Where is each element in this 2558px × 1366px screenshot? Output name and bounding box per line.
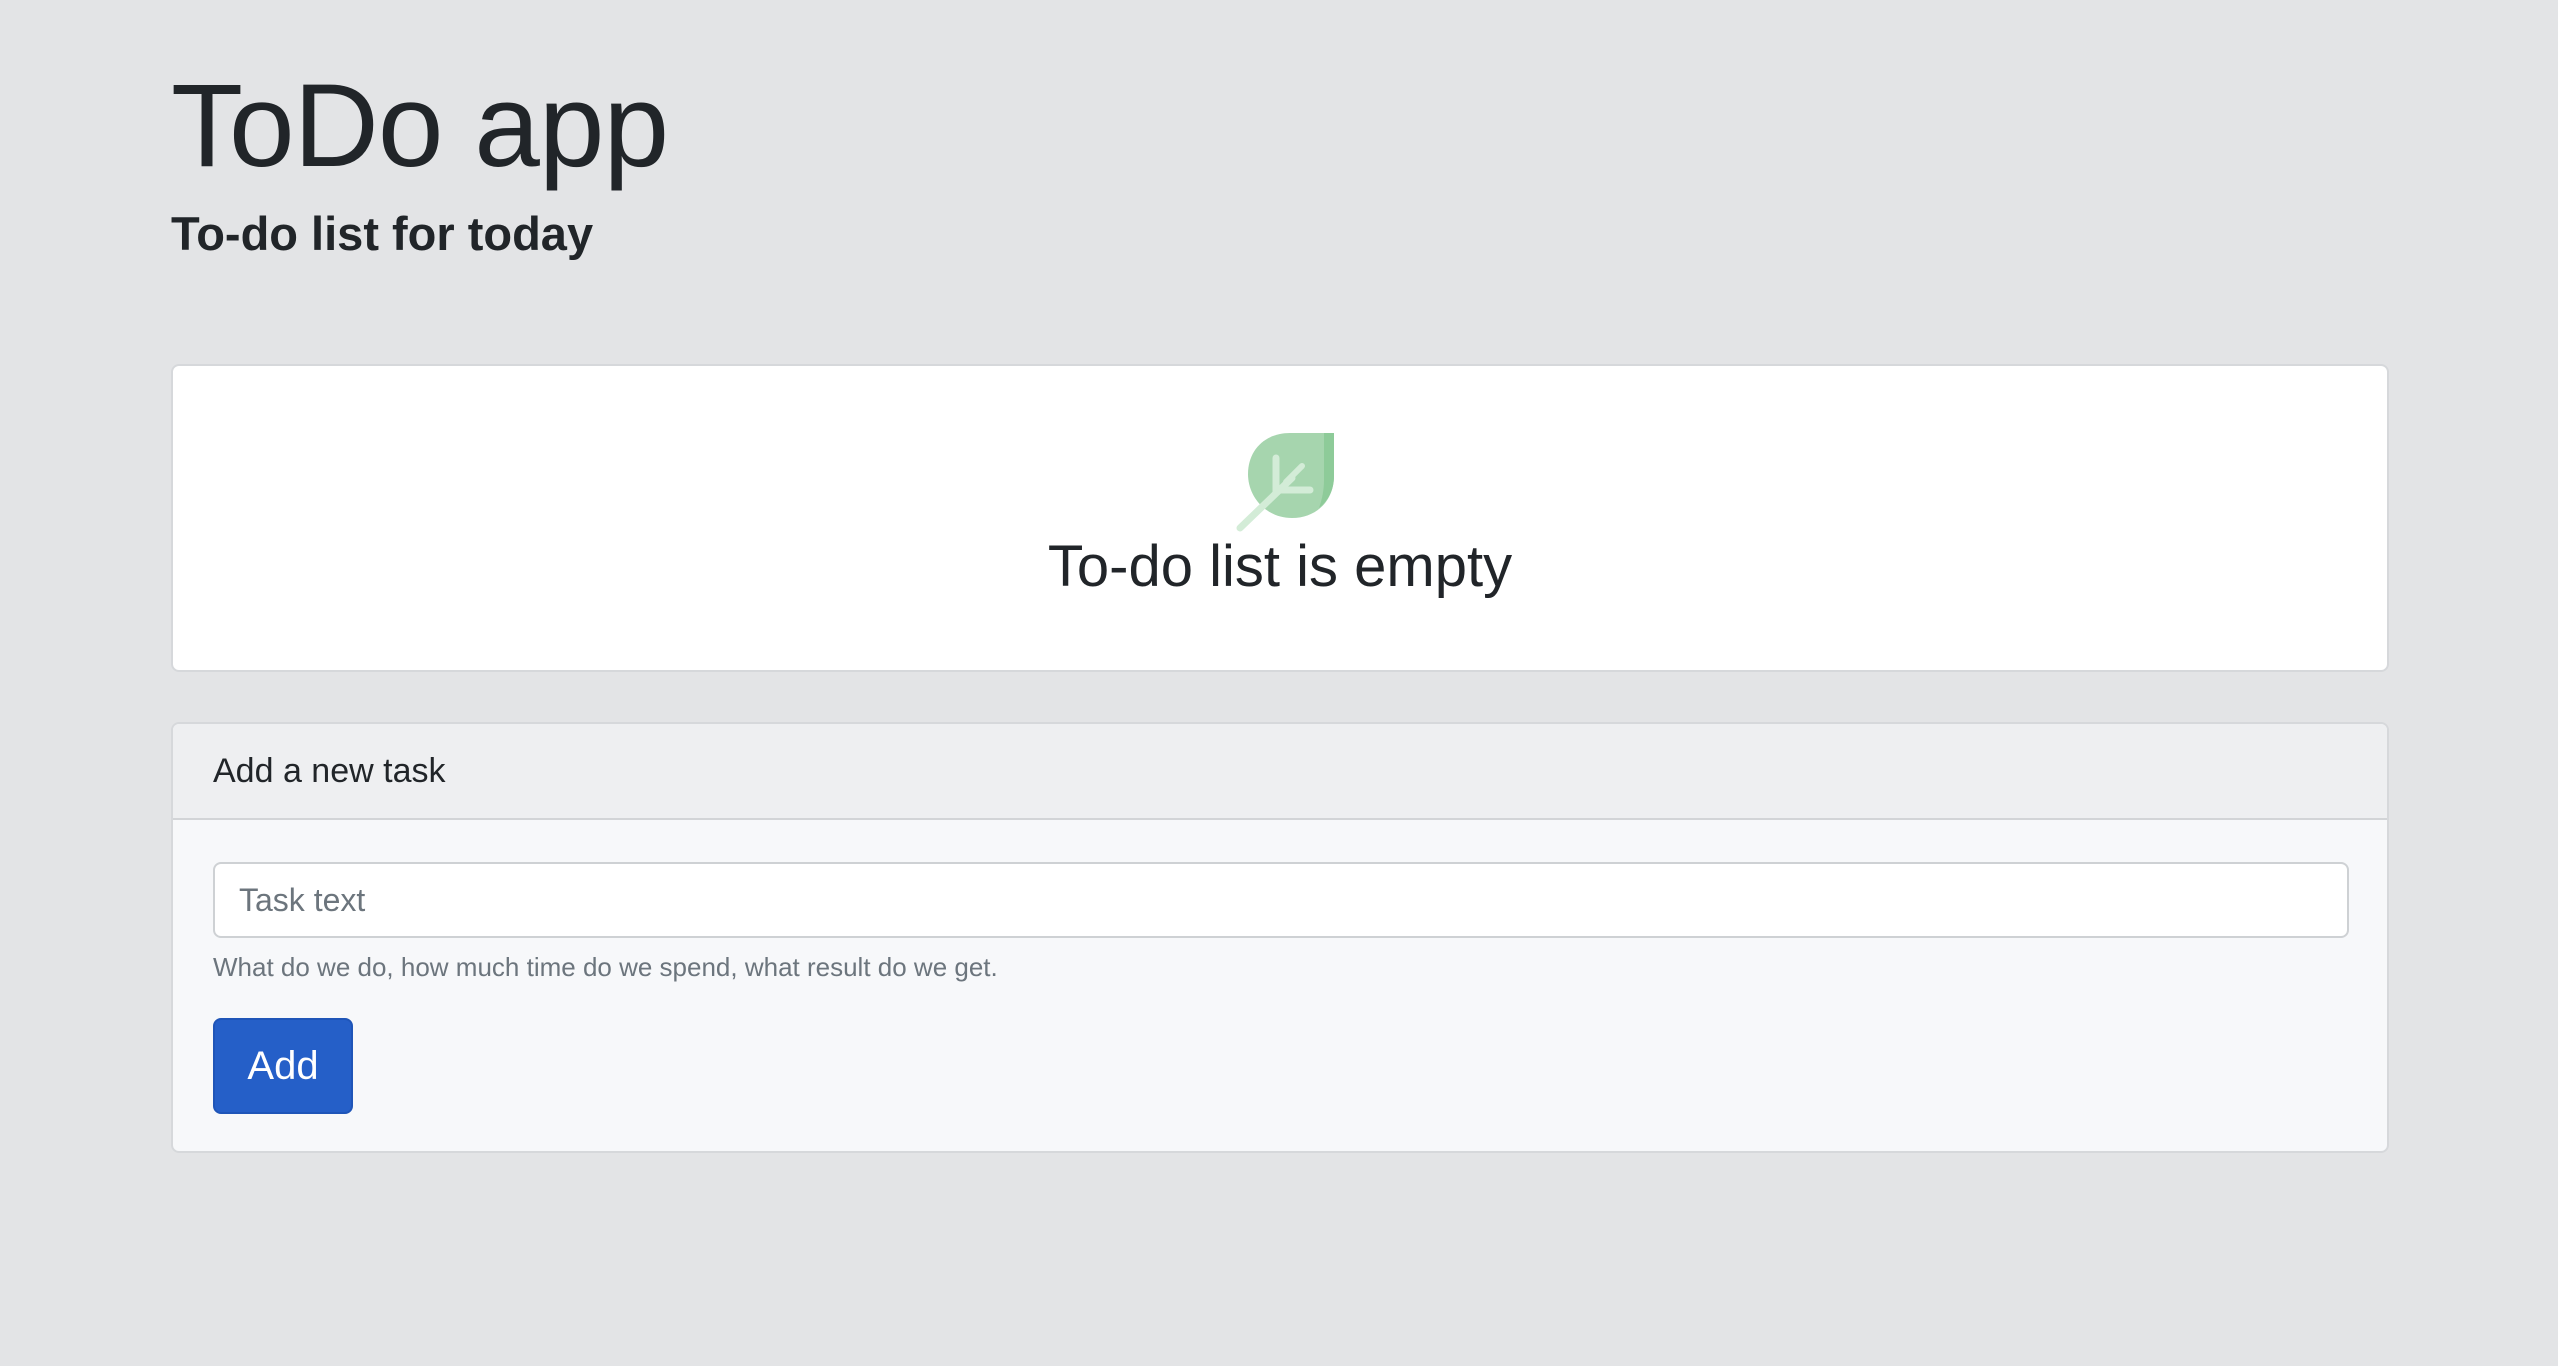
task-text-input[interactable] <box>213 862 2349 938</box>
page-subtitle: To-do list for today <box>171 207 594 260</box>
task-help-text: What do we do, how much time do we spend… <box>213 952 998 982</box>
leaf-icon <box>1236 433 1334 532</box>
add-task-card: Add a new task What do we do, how much t… <box>171 722 2389 1153</box>
empty-list-message: To-do list is empty <box>1047 534 1513 599</box>
add-task-button[interactable]: Add <box>213 1018 353 1114</box>
add-task-header: Add a new task <box>173 724 2387 820</box>
app-title: ToDo app <box>171 60 669 192</box>
empty-state-card: To-do list is empty <box>171 364 2389 672</box>
